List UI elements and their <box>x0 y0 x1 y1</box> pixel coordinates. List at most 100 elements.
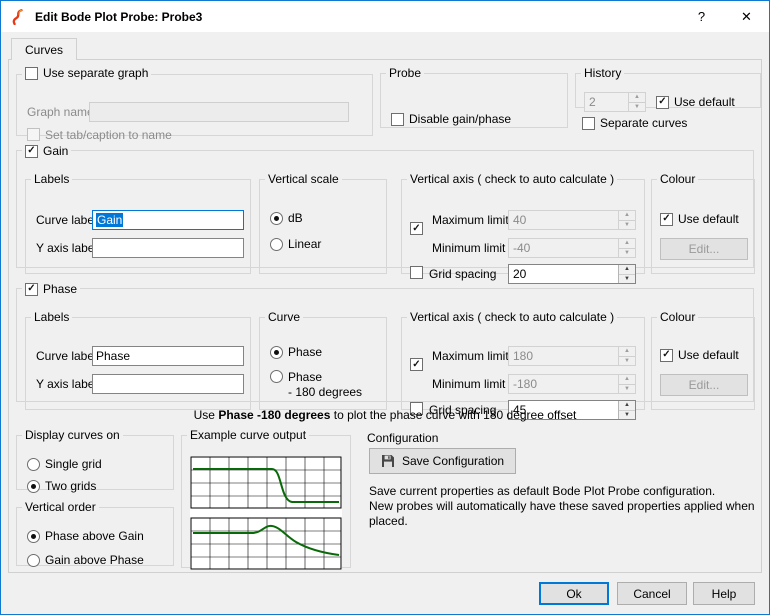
phase-curve-label: Curve label <box>36 350 97 363</box>
titlebar: Edit Bode Plot Probe: Probe3 ? ✕ <box>1 1 769 32</box>
radio-icon <box>27 480 40 493</box>
gain-minimum-label: Minimum limit <box>432 242 505 255</box>
example-plot <box>190 456 342 570</box>
radio-icon <box>27 554 40 567</box>
graph-name-label: Graph name <box>27 106 94 119</box>
gain-above-phase-radio[interactable]: Gain above Phase <box>27 554 144 567</box>
checkbox-icon: ✓ <box>660 349 673 362</box>
phase-auto-calculate-checkbox[interactable]: ✓ <box>410 358 423 371</box>
tab-curves[interactable]: Curves <box>11 38 77 60</box>
radio-icon <box>27 458 40 471</box>
two-grids-radio[interactable]: Two grids <box>27 480 96 493</box>
graph-name-input[interactable] <box>89 102 349 122</box>
help-button[interactable]: ? <box>679 1 724 32</box>
phase-radio[interactable]: Phase <box>270 346 322 359</box>
phase-colour-use-default-checkbox[interactable]: ✓ Use default <box>660 348 739 362</box>
radio-icon <box>270 370 283 383</box>
gain-vertical-scale-group: Vertical scale dB Linear <box>259 172 387 274</box>
history-spinner[interactable]: 2 ▲ ▼ <box>584 92 646 112</box>
gain-maximum-spinner[interactable]: 40 ▲ ▼ <box>508 210 636 230</box>
checkbox-icon: ✓ <box>410 222 423 235</box>
spin-up-icon[interactable]: ▲ <box>619 375 635 384</box>
dialog-window: Edit Bode Plot Probe: Probe3 ? ✕ Curves … <box>0 0 770 615</box>
gain-y-axis-input[interactable] <box>92 238 244 258</box>
ok-button[interactable]: Ok <box>539 582 609 605</box>
window-title: Edit Bode Plot Probe: Probe3 <box>35 10 202 24</box>
group-display-curves: Display curves on Single grid Two grids <box>16 428 174 490</box>
phase-y-axis-input[interactable] <box>92 374 244 394</box>
gain-curve-label: Curve label <box>36 214 97 227</box>
spin-down-icon[interactable]: ▼ <box>619 384 635 394</box>
spin-up-icon[interactable]: ▲ <box>619 265 635 274</box>
group-use-separate-graph: Use separate graph Graph name Set tab/ca… <box>16 66 373 136</box>
spin-down-icon[interactable]: ▼ <box>619 220 635 230</box>
use-separate-graph-label: Use separate graph <box>43 66 148 80</box>
phase-colour-edit-button[interactable]: Edit... <box>660 374 748 396</box>
phase-curve-label-input[interactable]: Phase <box>92 346 244 366</box>
phase-labels-group: Labels Curve label Phase Y axis label <box>25 310 251 410</box>
linear-radio[interactable]: Linear <box>270 238 321 251</box>
gain-colour-edit-button[interactable]: Edit... <box>660 238 748 260</box>
group-vertical-order: Vertical order Phase above Gain Gain abo… <box>16 500 174 566</box>
save-configuration-button[interactable]: Save Configuration <box>369 448 516 474</box>
radio-icon <box>270 346 283 359</box>
phase-minimum-label: Minimum limit <box>432 378 505 391</box>
checkbox-icon: ✓ <box>25 283 38 296</box>
group-gain: ✓ Gain Labels Curve label Gain Y axis la… <box>16 142 754 268</box>
group-phase: ✓ Phase Labels Curve label Phase Y axis … <box>16 280 754 402</box>
phase-offset-note: Use Phase -180 degrees to plot the phase… <box>9 408 761 422</box>
phase-maximum-spinner[interactable]: 180 ▲ ▼ <box>508 346 636 366</box>
checkbox-icon <box>582 117 595 130</box>
configuration-label: Configuration <box>367 432 438 445</box>
phase-minus-180-radio[interactable]: Phase - 180 degrees <box>270 370 362 400</box>
single-grid-radio[interactable]: Single grid <box>27 458 102 471</box>
spin-up-icon[interactable]: ▲ <box>619 211 635 220</box>
radio-icon <box>27 530 40 543</box>
gain-vertical-axis-group: Vertical axis ( check to auto calculate … <box>401 172 645 274</box>
db-radio[interactable]: dB <box>270 212 303 225</box>
tab-panel: Use separate graph Graph name Set tab/ca… <box>8 59 762 573</box>
gain-colour-group: Colour ✓ Use default Edit... <box>651 172 755 274</box>
gain-grid-spacing-checkbox[interactable] <box>410 266 423 279</box>
phase-maximum-label: Maximum limit <box>432 350 509 363</box>
probe-legend: Probe <box>386 66 424 80</box>
checkbox-icon: ✓ <box>410 358 423 371</box>
set-tab-caption-checkbox[interactable]: Set tab/caption to name <box>27 128 172 142</box>
spin-down-icon[interactable]: ▼ <box>629 102 645 112</box>
history-use-default-checkbox[interactable]: ✓ Use default <box>656 95 735 109</box>
history-legend: History <box>581 66 624 80</box>
gain-curve-label-input[interactable]: Gain <box>92 210 244 230</box>
spin-down-icon[interactable]: ▼ <box>619 248 635 258</box>
spin-down-icon[interactable]: ▼ <box>619 356 635 366</box>
spin-up-icon[interactable]: ▲ <box>619 239 635 248</box>
checkbox-icon <box>27 128 40 141</box>
app-logo-icon <box>10 9 26 25</box>
spin-up-icon[interactable]: ▲ <box>629 93 645 102</box>
checkbox-icon <box>410 266 423 279</box>
radio-icon <box>270 238 283 251</box>
phase-above-gain-radio[interactable]: Phase above Gain <box>27 530 144 543</box>
gain-colour-use-default-checkbox[interactable]: ✓ Use default <box>660 212 739 226</box>
help-footer-button[interactable]: Help <box>693 582 755 605</box>
group-history: History 2 ▲ ▼ ✓ Use default <box>575 66 761 108</box>
phase-vertical-axis-group: Vertical axis ( check to auto calculate … <box>401 310 645 410</box>
cancel-button[interactable]: Cancel <box>617 582 687 605</box>
checkbox-icon <box>25 67 38 80</box>
phase-colour-group: Colour ✓ Use default Edit... <box>651 310 755 410</box>
titlebar-buttons: ? ✕ <box>679 1 769 32</box>
separate-curves-checkbox[interactable]: Separate curves <box>582 116 687 130</box>
phase-minimum-spinner[interactable]: -180 ▲ ▼ <box>508 374 636 394</box>
checkbox-icon: ✓ <box>25 145 38 158</box>
save-icon <box>381 454 395 468</box>
radio-icon <box>270 212 283 225</box>
gain-minimum-spinner[interactable]: -40 ▲ ▼ <box>508 238 636 258</box>
phase-enable-checkbox[interactable]: ✓ Phase <box>25 282 77 296</box>
use-separate-graph-checkbox[interactable]: Use separate graph <box>25 66 148 80</box>
gain-auto-calculate-checkbox[interactable]: ✓ <box>410 222 423 235</box>
phase-y-axis-label: Y axis label <box>36 378 97 391</box>
disable-gain-phase-checkbox[interactable]: Disable gain/phase <box>391 112 511 126</box>
gain-enable-checkbox[interactable]: ✓ Gain <box>25 144 68 158</box>
group-example-curve: Example curve output <box>181 428 351 568</box>
spin-up-icon[interactable]: ▲ <box>619 347 635 356</box>
close-button[interactable]: ✕ <box>724 1 769 32</box>
